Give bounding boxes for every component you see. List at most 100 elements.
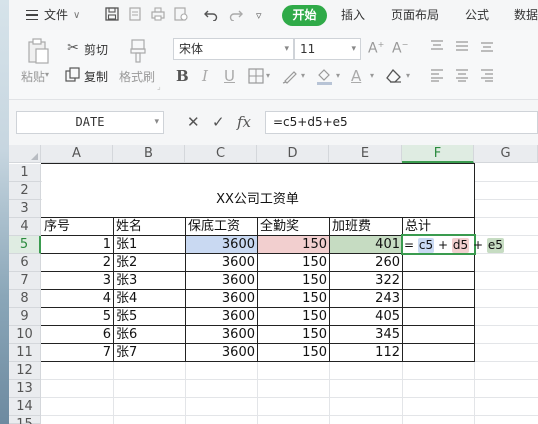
cell-overtime-pay[interactable]: 322 <box>330 272 402 290</box>
cell-name[interactable]: 张6 <box>114 326 184 344</box>
align-bottom-icon[interactable] <box>480 39 494 57</box>
align-middle-icon[interactable] <box>455 39 469 57</box>
cell-base-salary[interactable]: 3600 <box>186 254 257 272</box>
print-preview-icon[interactable] <box>127 7 142 22</box>
header-cell-attendance-bonus[interactable]: 全勤奖 <box>258 218 328 236</box>
font-name-select[interactable]: 宋体 ▾ <box>173 38 294 60</box>
cell-name[interactable]: 张3 <box>114 272 184 290</box>
increase-font-icon[interactable]: A+ <box>368 40 384 57</box>
cell-attendance-bonus[interactable]: 150 <box>258 290 329 308</box>
tab-start[interactable]: 开始 <box>282 5 327 26</box>
file-menu[interactable]: 文件 <box>44 0 68 30</box>
row-header-14[interactable]: 14 <box>9 398 41 416</box>
cut-button[interactable]: 剪切 <box>84 41 108 58</box>
cell-overtime-pay[interactable]: 243 <box>330 290 402 308</box>
row-header-8[interactable]: 8 <box>9 290 41 308</box>
cell-attendance-bonus[interactable]: 150 <box>258 236 329 254</box>
underline-icon[interactable]: U <box>224 66 235 86</box>
cell-overtime-pay[interactable]: 345 <box>330 326 402 344</box>
cell-name[interactable]: 张2 <box>114 254 184 272</box>
cell-attendance-bonus[interactable]: 150 <box>258 308 329 326</box>
redo-icon[interactable] <box>228 7 243 22</box>
column-header-c[interactable]: C <box>185 145 257 163</box>
column-header-f[interactable]: F <box>402 145 474 163</box>
tab-page-layout[interactable]: 页面布局 <box>391 0 439 30</box>
tab-insert[interactable]: 插入 <box>341 0 365 30</box>
font-size-dropdown-icon[interactable]: ▾ <box>351 39 356 59</box>
formula-input[interactable]: =c5+d5+e5 <box>265 111 538 134</box>
clear-dropdown-icon[interactable]: ▾ <box>406 66 410 86</box>
column-header-d[interactable]: D <box>257 145 329 163</box>
cell-style-dropdown-icon[interactable]: ▾ <box>301 66 305 86</box>
row-header-2[interactable]: 2 <box>9 182 41 200</box>
insert-function-icon[interactable]: fx <box>237 112 251 132</box>
cell-name[interactable]: 张5 <box>114 308 184 326</box>
cell-base-salary[interactable]: 3600 <box>186 236 257 254</box>
cell-attendance-bonus[interactable]: 150 <box>258 254 329 272</box>
file-menu-chevron-icon[interactable]: ∨ <box>73 0 80 30</box>
clipboard-dialog-launcher-icon[interactable]: ⌟ <box>157 82 161 91</box>
font-color-icon[interactable]: A <box>351 66 361 86</box>
quick-access-more-icon[interactable]: ▿ <box>256 0 262 30</box>
font-color-dropdown-icon[interactable]: ▾ <box>370 66 374 86</box>
cell-overtime-pay[interactable]: 401 <box>330 236 402 254</box>
cell-base-salary[interactable]: 3600 <box>186 326 257 344</box>
cell-name[interactable]: 张1 <box>114 236 184 254</box>
decrease-font-icon[interactable]: A− <box>392 40 408 57</box>
border-icon[interactable] <box>248 66 264 89</box>
italic-icon[interactable]: I <box>202 66 208 86</box>
cell-base-salary[interactable]: 3600 <box>186 308 257 326</box>
cell-index[interactable]: 7 <box>42 344 113 362</box>
name-box[interactable]: DATE ▾ <box>16 111 164 134</box>
row-header-12[interactable]: 12 <box>9 362 41 380</box>
bold-icon[interactable]: B <box>176 66 189 86</box>
column-header-e[interactable]: E <box>329 145 402 163</box>
clear-icon[interactable] <box>385 66 403 89</box>
header-cell-base-salary[interactable]: 保底工资 <box>186 218 256 236</box>
cell-index[interactable]: 5 <box>42 308 113 326</box>
cell-index[interactable]: 3 <box>42 272 113 290</box>
confirm-icon[interactable]: ✓ <box>212 112 225 132</box>
paste-dropdown-icon[interactable]: ▾ <box>45 70 49 79</box>
font-name-dropdown-icon[interactable]: ▾ <box>284 39 289 59</box>
align-left-icon[interactable] <box>430 68 444 86</box>
column-header-b[interactable]: B <box>113 145 185 163</box>
format-painter-icon[interactable] <box>127 38 149 64</box>
cell-index[interactable]: 6 <box>42 326 113 344</box>
row-header-15[interactable]: 15 <box>9 416 41 424</box>
header-cell-index[interactable]: 序号 <box>42 218 112 236</box>
column-header-a[interactable]: A <box>41 145 113 163</box>
cell-index[interactable]: 4 <box>42 290 113 308</box>
align-right-icon[interactable] <box>480 68 494 86</box>
cell-overtime-pay[interactable]: 112 <box>330 344 402 362</box>
row-header-11[interactable]: 11 <box>9 344 41 362</box>
print-icon[interactable] <box>150 7 165 22</box>
row-header-10[interactable]: 10 <box>9 326 41 344</box>
name-box-dropdown-icon[interactable]: ▾ <box>154 112 159 133</box>
cell-attendance-bonus[interactable]: 150 <box>258 272 329 290</box>
align-center-icon[interactable] <box>455 68 469 86</box>
save-icon[interactable] <box>104 7 119 22</box>
row-header-5[interactable]: 5 <box>9 236 41 254</box>
row-header-4[interactable]: 4 <box>9 218 41 236</box>
row-header-7[interactable]: 7 <box>9 272 41 290</box>
row-header-9[interactable]: 9 <box>9 308 41 326</box>
cell-name[interactable]: 张4 <box>114 290 184 308</box>
cell-style-icon[interactable] <box>282 66 298 89</box>
cell-attendance-bonus[interactable]: 150 <box>258 344 329 362</box>
header-cell-overtime-pay[interactable]: 加班费 <box>330 218 401 236</box>
export-pdf-icon[interactable] <box>173 7 188 22</box>
cell-base-salary[interactable]: 3600 <box>186 272 257 290</box>
row-header-1[interactable]: 1 <box>9 164 41 182</box>
select-all-corner[interactable] <box>9 145 41 163</box>
hamburger-menu-icon[interactable] <box>26 10 38 20</box>
row-header-13[interactable]: 13 <box>9 380 41 398</box>
fill-color-icon[interactable] <box>316 66 333 90</box>
header-cell-name[interactable]: 姓名 <box>114 218 184 236</box>
format-painter-button[interactable]: 格式刷 <box>119 68 155 85</box>
border-dropdown-icon[interactable]: ▾ <box>266 66 270 86</box>
cell-base-salary[interactable]: 3600 <box>186 344 257 362</box>
fill-color-dropdown-icon[interactable]: ▾ <box>336 66 340 86</box>
cell-overtime-pay[interactable]: 405 <box>330 308 402 326</box>
align-top-icon[interactable] <box>430 39 444 57</box>
